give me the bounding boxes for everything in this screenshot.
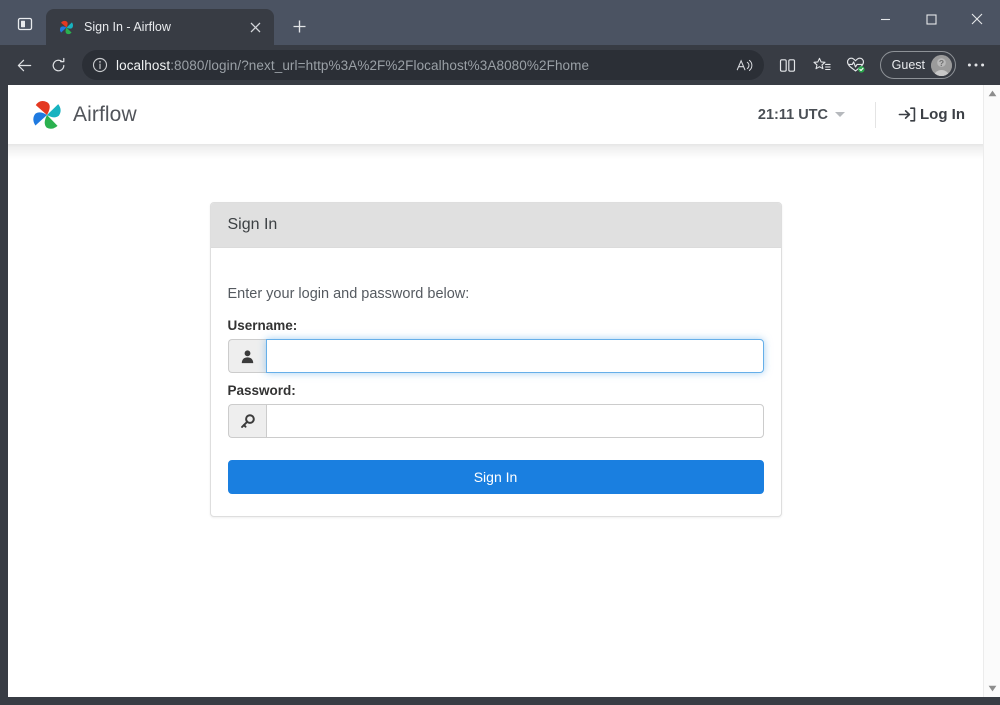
split-screen-icon[interactable] — [772, 50, 804, 80]
browser-window: Sign In - Airflow — [0, 0, 1000, 705]
close-window-icon — [971, 13, 983, 25]
read-aloud-glyph — [736, 58, 753, 73]
url-host: localhost — [116, 58, 170, 73]
minimize-button[interactable] — [862, 0, 908, 38]
airflow-page-body: Sign In Enter your login and password be… — [8, 160, 983, 697]
tab-title: Sign In - Airflow — [84, 20, 235, 34]
ellipsis-glyph — [967, 62, 985, 68]
log-in-link[interactable]: Log In — [898, 105, 965, 124]
panel-body: Enter your login and password below: Use… — [211, 248, 781, 516]
back-arrow-icon — [16, 57, 33, 74]
airflow-brand-label: Airflow — [73, 103, 137, 127]
web-page: Airflow 21:11 UTC — [8, 85, 1000, 697]
key-glyph — [240, 414, 255, 429]
settings-more-icon[interactable] — [960, 50, 992, 80]
username-input-group[interactable] — [228, 339, 764, 373]
maximize-button[interactable] — [908, 0, 954, 38]
read-aloud-icon[interactable] — [732, 52, 758, 78]
tab-actions-icon[interactable] — [8, 8, 42, 40]
panel-heading: Sign In — [211, 203, 781, 248]
sign-in-button[interactable]: Sign In — [228, 460, 764, 494]
url-path: :8080/login/?next_url=http%3A%2F%2Flocal… — [170, 58, 589, 73]
address-bar[interactable]: localhost:8080/login/?next_url=http%3A%2… — [82, 50, 764, 80]
password-label: Password: — [228, 383, 764, 398]
profile-button[interactable]: Guest ? — [880, 51, 956, 79]
browser-tab[interactable]: Sign In - Airflow — [46, 9, 274, 45]
scroll-down-glyph — [988, 685, 997, 692]
person-glyph — [240, 349, 255, 364]
sign-in-icon — [898, 105, 917, 124]
scrollbar-track[interactable] — [984, 102, 1000, 680]
close-glyph — [250, 22, 261, 33]
refresh-icon — [50, 57, 67, 74]
log-in-label: Log In — [920, 106, 965, 123]
airflow-navbar: Airflow 21:11 UTC — [8, 85, 983, 144]
airflow-logo-icon — [30, 98, 64, 132]
chevron-down-icon — [835, 112, 845, 117]
star-list-glyph — [813, 56, 831, 74]
sign-in-panel: Sign In Enter your login and password be… — [210, 202, 782, 517]
plus-glyph — [292, 19, 307, 34]
airflow-brand-link[interactable]: Airflow — [30, 98, 137, 132]
airflow-navbar-right: 21:11 UTC Log In — [754, 101, 965, 129]
profile-label: Guest — [892, 58, 925, 72]
minimize-icon — [880, 14, 891, 25]
form-intro-text: Enter your login and password below: — [228, 286, 764, 302]
clock-label: 21:11 UTC — [758, 107, 828, 123]
tab-close-icon[interactable] — [244, 16, 266, 38]
page-scrollbar[interactable] — [983, 85, 1000, 697]
close-window-button[interactable] — [954, 0, 1000, 38]
url-text: localhost:8080/login/?next_url=http%3A%2… — [116, 58, 726, 73]
heart-pulse-glyph — [846, 56, 865, 74]
tab-strip: Sign In - Airflow — [0, 0, 1000, 45]
window-controls — [862, 0, 1000, 38]
page-content: Airflow 21:11 UTC — [8, 85, 983, 697]
tab-actions-glyph — [17, 16, 33, 32]
site-info-icon[interactable] — [90, 55, 110, 75]
browser-essentials-icon[interactable] — [840, 50, 872, 80]
back-button[interactable] — [8, 50, 40, 80]
user-icon — [228, 339, 266, 373]
username-label: Username: — [228, 318, 764, 333]
refresh-button[interactable] — [42, 50, 74, 80]
page-viewport: Airflow 21:11 UTC — [0, 85, 1000, 705]
info-circle-glyph — [92, 57, 108, 73]
new-tab-icon[interactable] — [284, 11, 314, 41]
panel-title: Sign In — [228, 216, 764, 234]
maximize-icon — [926, 14, 937, 25]
avatar: ? — [931, 55, 952, 76]
svg-text:?: ? — [939, 58, 944, 68]
browser-toolbar: localhost:8080/login/?next_url=http%3A%2… — [0, 45, 1000, 85]
navbar-shadow — [8, 144, 983, 160]
favorites-icon[interactable] — [806, 50, 838, 80]
password-input[interactable] — [266, 404, 764, 438]
scroll-down-icon[interactable] — [984, 680, 1000, 697]
timezone-dropdown[interactable]: 21:11 UTC — [754, 101, 849, 129]
scroll-up-glyph — [988, 90, 997, 97]
username-input[interactable] — [266, 339, 764, 373]
airflow-favicon-icon — [58, 19, 75, 36]
navbar-divider — [875, 102, 876, 128]
split-screen-glyph — [779, 57, 796, 74]
password-input-group[interactable] — [228, 404, 764, 438]
scroll-up-icon[interactable] — [984, 85, 1000, 102]
guest-avatar-icon: ? — [931, 55, 952, 76]
key-icon — [228, 404, 266, 438]
